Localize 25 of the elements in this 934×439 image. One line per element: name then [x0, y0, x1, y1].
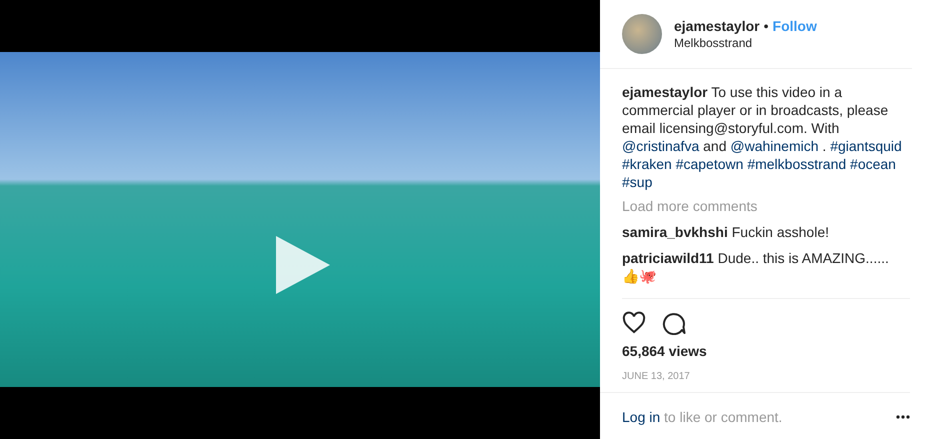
heart-icon[interactable] [622, 311, 646, 335]
comment-text: patriciawild11 Dude.. this is AMAZING...... 👍🐙 [622, 249, 890, 285]
hashtag-link[interactable]: #ocean [850, 156, 896, 172]
caption-text: ejamestaylor To use this video in a commercial player or in broadcasts, please email licensing@storyful.com. With @cristinafva and @wahinemich . #giantsquid #kraken #capetown #melkbosstrand #ocean #sup [622, 83, 903, 191]
login-prompt: Log in to like or comment. [622, 409, 782, 425]
hashtag-link[interactable]: #capetown [676, 156, 744, 172]
hashtag-link[interactable]: #sup [622, 174, 652, 190]
comment-icon[interactable] [662, 311, 686, 335]
caption-author-link[interactable]: ejamestaylor [622, 84, 708, 100]
login-link[interactable]: Log in [622, 409, 660, 425]
location-link[interactable]: Melkbosstrand [674, 36, 817, 50]
more-options-icon[interactable] [896, 415, 910, 419]
mention-link[interactable]: @wahinemich [730, 138, 819, 154]
mention-link[interactable]: @cristinafva [622, 138, 700, 154]
username-link[interactable]: ejamestaylor [674, 18, 760, 34]
hashtag-link[interactable]: #kraken [622, 156, 672, 172]
post-date: JUNE 13, 2017 [600, 359, 910, 393]
avatar[interactable] [622, 14, 662, 54]
comment-user-link[interactable]: samira_bvkhshi [622, 224, 728, 240]
views-count: 65,864 views [621, 342, 708, 359]
separator-dot: • [764, 18, 769, 34]
comment-text: samira_bvkhshi Fuckin asshole! [622, 223, 830, 241]
comment-user-link[interactable]: patriciawild11 [622, 250, 714, 266]
hashtag-link[interactable]: #melkbosstrand [747, 156, 846, 172]
hashtag-link[interactable]: #giantsquid [830, 138, 902, 154]
